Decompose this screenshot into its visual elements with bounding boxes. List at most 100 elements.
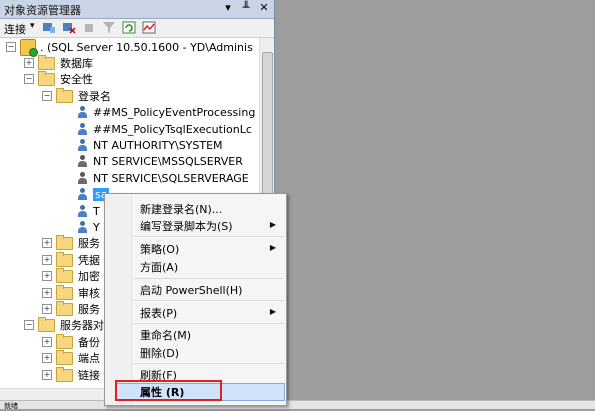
tree-node-label: 链接 <box>78 369 100 382</box>
folder-icon <box>56 349 73 365</box>
tree-node-label: 审核 <box>78 287 100 300</box>
menu-gutter <box>105 194 132 405</box>
tree-node-label: 端点 <box>78 352 100 365</box>
object-explorer-toolbar: 连接 ▾ <box>0 19 274 38</box>
refresh-icon[interactable] <box>122 21 136 34</box>
login-label: ##MS_PolicyEventProcessing <box>93 105 256 119</box>
ssms-window: 对象资源管理器 ▾ ╨ ✕ 连接 ▾ − . (SQL Server 10.50… <box>0 0 595 410</box>
menu-item-start-powershell[interactable]: 启动 PowerShell(H) <box>140 282 242 298</box>
menu-item-script-login[interactable]: 编写登录脚本为(S) <box>140 218 233 234</box>
menu-separator <box>133 278 283 279</box>
tree-node-label: 安全性 <box>60 73 93 86</box>
tree-node-label: 服务器对 <box>60 319 104 332</box>
tree-node[interactable]: + 审核 <box>42 284 100 301</box>
expand-icon[interactable]: + <box>42 337 52 347</box>
tree-node-logins[interactable]: − 登录名 <box>42 87 111 104</box>
menu-separator <box>133 300 283 301</box>
login-item[interactable]: NT SERVICE\SQLSERVERAGE <box>76 170 249 186</box>
folder-icon <box>56 284 73 300</box>
login-user-icon <box>76 138 89 152</box>
login-user-icon <box>76 122 89 136</box>
collapse-icon[interactable]: − <box>6 42 16 52</box>
login-label: ##MS_PolicyTsqlExecutionLc <box>93 122 252 136</box>
connect-object-icon[interactable] <box>42 21 56 34</box>
login-user-icon <box>76 220 89 234</box>
menu-item-new-login[interactable]: 新建登录名(N)... <box>140 201 222 217</box>
menu-item-policies[interactable]: 策略(O) <box>140 241 179 257</box>
menu-item-rename[interactable]: 重命名(M) <box>140 327 191 343</box>
tree-node-databases[interactable]: + 数据库 <box>24 54 93 71</box>
object-explorer-title: 对象资源管理器 <box>4 4 81 17</box>
expand-icon[interactable]: + <box>42 370 52 380</box>
tree-node[interactable]: + 凭据 <box>42 251 100 268</box>
server-node[interactable]: − . (SQL Server 10.50.1600 - YD\Adminis <box>6 38 253 57</box>
filter-icon[interactable] <box>102 21 116 34</box>
pin-icon[interactable]: ╨ <box>240 1 252 14</box>
menu-separator <box>133 236 283 237</box>
tree-node-label: 服务 <box>78 237 100 250</box>
folder-icon <box>56 87 73 103</box>
login-label: NT SERVICE\MSSQLSERVER <box>93 154 243 168</box>
expand-icon[interactable]: + <box>42 353 52 363</box>
login-group-icon <box>76 154 89 168</box>
dropdown-icon[interactable]: ▾ <box>222 1 234 14</box>
collapse-icon[interactable]: − <box>24 320 34 330</box>
folder-icon <box>56 267 73 283</box>
tree-node-security[interactable]: − 安全性 <box>24 70 93 87</box>
tree-node[interactable]: + 加密 <box>42 267 100 284</box>
login-item[interactable]: NT SERVICE\MSSQLSERVER <box>76 153 243 169</box>
folder-icon <box>56 333 73 349</box>
disconnect-icon[interactable] <box>62 21 76 34</box>
server-icon <box>20 38 38 57</box>
tree-node[interactable]: + 链接 <box>42 366 100 383</box>
title-buttons: ▾ ╨ ✕ <box>222 1 270 14</box>
expand-icon[interactable]: + <box>42 288 52 298</box>
menu-item-delete[interactable]: 删除(D) <box>140 345 179 361</box>
expand-icon[interactable]: + <box>42 238 52 248</box>
login-label: NT SERVICE\SQLSERVERAGE <box>93 171 249 185</box>
connect-dropdown-icon[interactable]: ▾ <box>30 21 35 31</box>
stop-icon[interactable] <box>82 21 96 34</box>
folder-icon <box>56 234 73 250</box>
tree-node-label: 加密 <box>78 270 100 283</box>
connect-button[interactable]: 连接 <box>4 21 26 37</box>
expand-icon[interactable]: + <box>42 271 52 281</box>
collapse-icon[interactable]: − <box>24 74 34 84</box>
folder-icon <box>38 316 55 332</box>
submenu-arrow-icon: ▶ <box>269 220 276 229</box>
tree-node-label: 备份 <box>78 336 100 349</box>
expand-icon[interactable]: + <box>24 58 34 68</box>
collapse-icon[interactable]: − <box>42 91 52 101</box>
login-group-icon <box>76 171 89 185</box>
tree-node-label: 服务 <box>78 303 100 316</box>
tree-node-server-objects[interactable]: − 服务器对 <box>24 316 104 333</box>
tree-node[interactable]: + 端点 <box>42 349 100 366</box>
expand-icon[interactable]: + <box>42 304 52 314</box>
server-label: . (SQL Server 10.50.1600 - YD\Adminis <box>40 40 253 54</box>
tree-node-label: 凭据 <box>78 254 100 267</box>
login-user-icon <box>76 204 89 218</box>
menu-item-facets[interactable]: 方面(A) <box>140 259 178 275</box>
login-item[interactable]: Y <box>76 219 100 235</box>
close-icon[interactable]: ✕ <box>258 1 270 14</box>
login-item[interactable]: NT AUTHORITY\SYSTEM <box>76 137 223 153</box>
activity-monitor-icon[interactable] <box>142 21 156 34</box>
tree-node[interactable]: + 服务 <box>42 300 100 317</box>
submenu-arrow-icon: ▶ <box>269 307 276 316</box>
login-item[interactable]: ##MS_PolicyTsqlExecutionLc <box>76 121 252 137</box>
annotation-highlight-box <box>115 380 222 401</box>
folder-icon <box>56 251 73 267</box>
tree-node[interactable]: + 备份 <box>42 333 100 350</box>
menu-separator <box>133 363 283 364</box>
login-label: NT AUTHORITY\SYSTEM <box>93 138 223 152</box>
menu-separator <box>133 323 283 324</box>
folder-icon <box>56 366 73 382</box>
login-item[interactable]: ##MS_PolicyEventProcessing <box>76 104 255 120</box>
menu-item-reports[interactable]: 报表(P) <box>140 305 177 321</box>
expand-icon[interactable]: + <box>42 255 52 265</box>
login-item[interactable]: T <box>76 203 100 219</box>
folder-icon <box>56 300 73 316</box>
login-label: T <box>93 204 100 218</box>
context-menu: 新建登录名(N)... 编写登录脚本为(S) ▶ 策略(O) ▶ 方面(A) 启… <box>104 193 287 406</box>
tree-node[interactable]: + 服务 <box>42 234 100 251</box>
